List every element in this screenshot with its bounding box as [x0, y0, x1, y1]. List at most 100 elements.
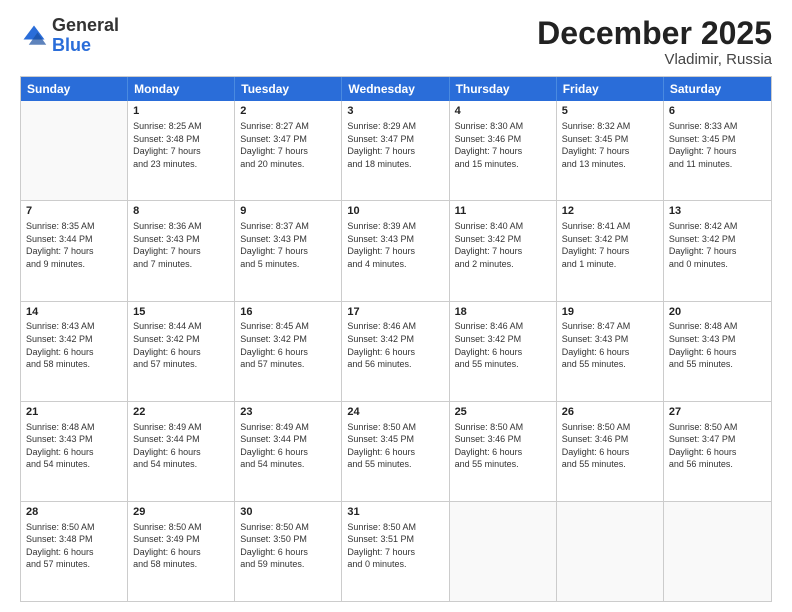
day-info-14: Sunrise: 8:43 AM Sunset: 3:42 PM Dayligh… [26, 320, 122, 370]
cal-cell-r1-c1: 8Sunrise: 8:36 AM Sunset: 3:43 PM Daylig… [128, 201, 235, 300]
cal-cell-r2-c5: 19Sunrise: 8:47 AM Sunset: 3:43 PM Dayli… [557, 302, 664, 401]
logo-text: General Blue [52, 16, 119, 56]
weekday-tuesday: Tuesday [235, 77, 342, 101]
day-number-8: 8 [133, 204, 229, 219]
cal-cell-r3-c0: 21Sunrise: 8:48 AM Sunset: 3:43 PM Dayli… [21, 402, 128, 501]
cal-cell-r4-c6 [664, 502, 771, 601]
cal-cell-r4-c2: 30Sunrise: 8:50 AM Sunset: 3:50 PM Dayli… [235, 502, 342, 601]
day-info-18: Sunrise: 8:46 AM Sunset: 3:42 PM Dayligh… [455, 320, 551, 370]
logo-icon [20, 22, 48, 50]
day-number-27: 27 [669, 405, 766, 420]
day-info-2: Sunrise: 8:27 AM Sunset: 3:47 PM Dayligh… [240, 120, 336, 170]
cal-row-0: 1Sunrise: 8:25 AM Sunset: 3:48 PM Daylig… [21, 101, 771, 200]
day-info-31: Sunrise: 8:50 AM Sunset: 3:51 PM Dayligh… [347, 521, 443, 571]
day-number-24: 24 [347, 405, 443, 420]
weekday-thursday: Thursday [450, 77, 557, 101]
day-info-19: Sunrise: 8:47 AM Sunset: 3:43 PM Dayligh… [562, 320, 658, 370]
day-number-15: 15 [133, 305, 229, 320]
day-number-1: 1 [133, 104, 229, 119]
header: General Blue December 2025 Vladimir, Rus… [20, 16, 772, 68]
day-info-20: Sunrise: 8:48 AM Sunset: 3:43 PM Dayligh… [669, 320, 766, 370]
day-info-26: Sunrise: 8:50 AM Sunset: 3:46 PM Dayligh… [562, 421, 658, 471]
cal-cell-r0-c1: 1Sunrise: 8:25 AM Sunset: 3:48 PM Daylig… [128, 101, 235, 200]
day-number-2: 2 [240, 104, 336, 119]
day-info-5: Sunrise: 8:32 AM Sunset: 3:45 PM Dayligh… [562, 120, 658, 170]
day-number-9: 9 [240, 204, 336, 219]
location: Vladimir, Russia [537, 51, 772, 68]
weekday-saturday: Saturday [664, 77, 771, 101]
day-number-18: 18 [455, 305, 551, 320]
day-number-5: 5 [562, 104, 658, 119]
day-number-25: 25 [455, 405, 551, 420]
day-number-11: 11 [455, 204, 551, 219]
day-number-7: 7 [26, 204, 122, 219]
cal-cell-r4-c1: 29Sunrise: 8:50 AM Sunset: 3:49 PM Dayli… [128, 502, 235, 601]
day-info-9: Sunrise: 8:37 AM Sunset: 3:43 PM Dayligh… [240, 220, 336, 270]
day-number-31: 31 [347, 505, 443, 520]
calendar-header: Sunday Monday Tuesday Wednesday Thursday… [21, 77, 771, 101]
day-info-13: Sunrise: 8:42 AM Sunset: 3:42 PM Dayligh… [669, 220, 766, 270]
cal-cell-r3-c6: 27Sunrise: 8:50 AM Sunset: 3:47 PM Dayli… [664, 402, 771, 501]
day-info-6: Sunrise: 8:33 AM Sunset: 3:45 PM Dayligh… [669, 120, 766, 170]
cal-cell-r3-c4: 25Sunrise: 8:50 AM Sunset: 3:46 PM Dayli… [450, 402, 557, 501]
cal-row-2: 14Sunrise: 8:43 AM Sunset: 3:42 PM Dayli… [21, 301, 771, 401]
day-number-10: 10 [347, 204, 443, 219]
day-number-6: 6 [669, 104, 766, 119]
weekday-friday: Friday [557, 77, 664, 101]
day-info-29: Sunrise: 8:50 AM Sunset: 3:49 PM Dayligh… [133, 521, 229, 571]
cal-cell-r0-c5: 5Sunrise: 8:32 AM Sunset: 3:45 PM Daylig… [557, 101, 664, 200]
day-info-17: Sunrise: 8:46 AM Sunset: 3:42 PM Dayligh… [347, 320, 443, 370]
day-info-21: Sunrise: 8:48 AM Sunset: 3:43 PM Dayligh… [26, 421, 122, 471]
cal-cell-r4-c4 [450, 502, 557, 601]
cal-row-1: 7Sunrise: 8:35 AM Sunset: 3:44 PM Daylig… [21, 200, 771, 300]
day-info-7: Sunrise: 8:35 AM Sunset: 3:44 PM Dayligh… [26, 220, 122, 270]
day-info-11: Sunrise: 8:40 AM Sunset: 3:42 PM Dayligh… [455, 220, 551, 270]
month-year: December 2025 [537, 16, 772, 51]
day-number-21: 21 [26, 405, 122, 420]
day-info-8: Sunrise: 8:36 AM Sunset: 3:43 PM Dayligh… [133, 220, 229, 270]
cal-cell-r3-c5: 26Sunrise: 8:50 AM Sunset: 3:46 PM Dayli… [557, 402, 664, 501]
calendar: Sunday Monday Tuesday Wednesday Thursday… [20, 76, 772, 602]
day-info-23: Sunrise: 8:49 AM Sunset: 3:44 PM Dayligh… [240, 421, 336, 471]
day-info-1: Sunrise: 8:25 AM Sunset: 3:48 PM Dayligh… [133, 120, 229, 170]
cal-cell-r2-c0: 14Sunrise: 8:43 AM Sunset: 3:42 PM Dayli… [21, 302, 128, 401]
calendar-body: 1Sunrise: 8:25 AM Sunset: 3:48 PM Daylig… [21, 101, 771, 601]
day-info-4: Sunrise: 8:30 AM Sunset: 3:46 PM Dayligh… [455, 120, 551, 170]
day-info-28: Sunrise: 8:50 AM Sunset: 3:48 PM Dayligh… [26, 521, 122, 571]
logo-general: General [52, 15, 119, 35]
day-info-3: Sunrise: 8:29 AM Sunset: 3:47 PM Dayligh… [347, 120, 443, 170]
cal-cell-r2-c3: 17Sunrise: 8:46 AM Sunset: 3:42 PM Dayli… [342, 302, 449, 401]
page: General Blue December 2025 Vladimir, Rus… [0, 0, 792, 612]
cal-row-3: 21Sunrise: 8:48 AM Sunset: 3:43 PM Dayli… [21, 401, 771, 501]
cal-cell-r4-c5 [557, 502, 664, 601]
logo-blue: Blue [52, 35, 91, 55]
cal-cell-r4-c0: 28Sunrise: 8:50 AM Sunset: 3:48 PM Dayli… [21, 502, 128, 601]
day-number-13: 13 [669, 204, 766, 219]
cal-cell-r0-c2: 2Sunrise: 8:27 AM Sunset: 3:47 PM Daylig… [235, 101, 342, 200]
day-info-27: Sunrise: 8:50 AM Sunset: 3:47 PM Dayligh… [669, 421, 766, 471]
logo: General Blue [20, 16, 119, 56]
day-info-24: Sunrise: 8:50 AM Sunset: 3:45 PM Dayligh… [347, 421, 443, 471]
day-number-14: 14 [26, 305, 122, 320]
cal-cell-r2-c6: 20Sunrise: 8:48 AM Sunset: 3:43 PM Dayli… [664, 302, 771, 401]
cal-row-4: 28Sunrise: 8:50 AM Sunset: 3:48 PM Dayli… [21, 501, 771, 601]
cal-cell-r1-c6: 13Sunrise: 8:42 AM Sunset: 3:42 PM Dayli… [664, 201, 771, 300]
day-info-25: Sunrise: 8:50 AM Sunset: 3:46 PM Dayligh… [455, 421, 551, 471]
cal-cell-r2-c2: 16Sunrise: 8:45 AM Sunset: 3:42 PM Dayli… [235, 302, 342, 401]
weekday-wednesday: Wednesday [342, 77, 449, 101]
day-info-10: Sunrise: 8:39 AM Sunset: 3:43 PM Dayligh… [347, 220, 443, 270]
weekday-monday: Monday [128, 77, 235, 101]
day-info-22: Sunrise: 8:49 AM Sunset: 3:44 PM Dayligh… [133, 421, 229, 471]
cal-cell-r1-c4: 11Sunrise: 8:40 AM Sunset: 3:42 PM Dayli… [450, 201, 557, 300]
cal-cell-r3-c3: 24Sunrise: 8:50 AM Sunset: 3:45 PM Dayli… [342, 402, 449, 501]
cal-cell-r1-c0: 7Sunrise: 8:35 AM Sunset: 3:44 PM Daylig… [21, 201, 128, 300]
day-number-16: 16 [240, 305, 336, 320]
day-info-15: Sunrise: 8:44 AM Sunset: 3:42 PM Dayligh… [133, 320, 229, 370]
title-block: December 2025 Vladimir, Russia [537, 16, 772, 68]
day-number-19: 19 [562, 305, 658, 320]
day-number-12: 12 [562, 204, 658, 219]
cal-cell-r0-c4: 4Sunrise: 8:30 AM Sunset: 3:46 PM Daylig… [450, 101, 557, 200]
day-number-28: 28 [26, 505, 122, 520]
day-number-26: 26 [562, 405, 658, 420]
weekday-sunday: Sunday [21, 77, 128, 101]
